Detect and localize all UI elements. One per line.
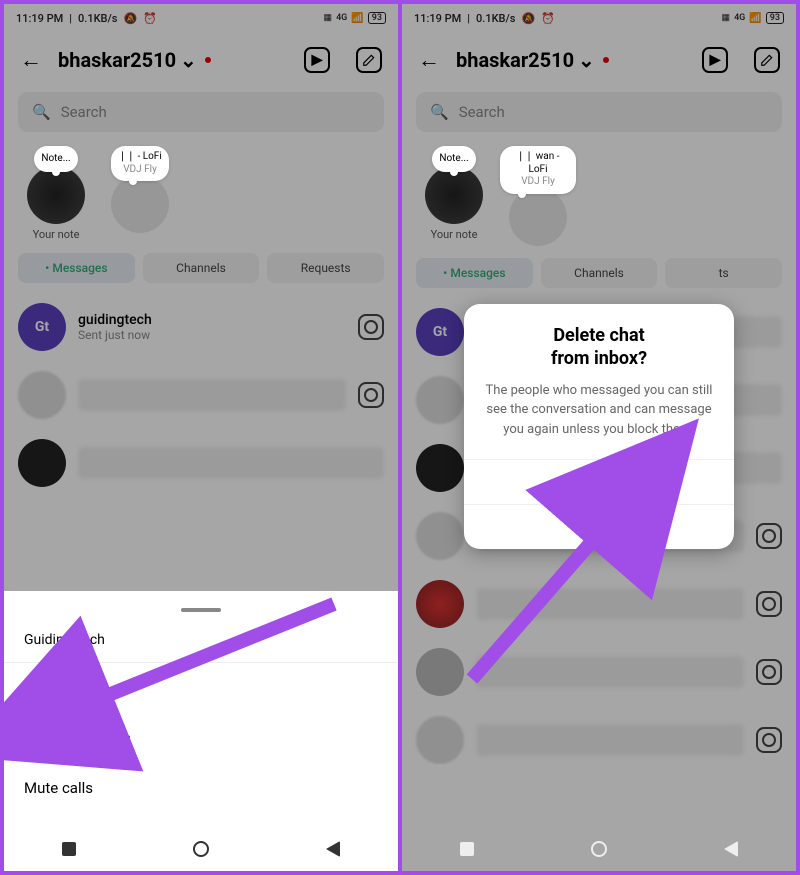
nav-home[interactable] <box>193 841 209 857</box>
android-nav-bar <box>402 827 796 871</box>
sheet-mute-messages[interactable]: Mute messages <box>4 713 398 763</box>
nav-back[interactable] <box>326 841 340 857</box>
dialog-cancel-button[interactable]: Cancel <box>464 504 734 549</box>
delete-chat-dialog: Delete chatfrom inbox? The people who me… <box>464 304 734 549</box>
scrim-overlay[interactable] <box>4 4 398 591</box>
dialog-body: The people who messaged you can still se… <box>464 381 734 460</box>
nav-recent[interactable] <box>460 842 474 856</box>
android-nav-bar <box>4 827 398 871</box>
nav-home[interactable] <box>591 841 607 857</box>
phone-left-screenshot: 11:19 PM | 0.1KB/s 🔕 ⏰ ▦ 4G 📶 93 ← bhask… <box>0 0 400 875</box>
sheet-chat-name: Guiding Tech <box>4 622 398 663</box>
sheet-mute-calls[interactable]: Mute calls <box>4 763 398 813</box>
sheet-handle[interactable] <box>181 608 221 612</box>
sheet-delete[interactable]: Delete <box>4 663 398 713</box>
phone-right-screenshot: 11:19 PM | 0.1KB/s 🔕 ⏰ ▦ 4G 📶 93 ← bhask… <box>400 0 800 875</box>
dialog-title: Delete chatfrom inbox? <box>464 304 734 381</box>
nav-back[interactable] <box>724 841 738 857</box>
dialog-delete-button[interactable]: Delete <box>464 459 734 504</box>
nav-recent[interactable] <box>62 842 76 856</box>
